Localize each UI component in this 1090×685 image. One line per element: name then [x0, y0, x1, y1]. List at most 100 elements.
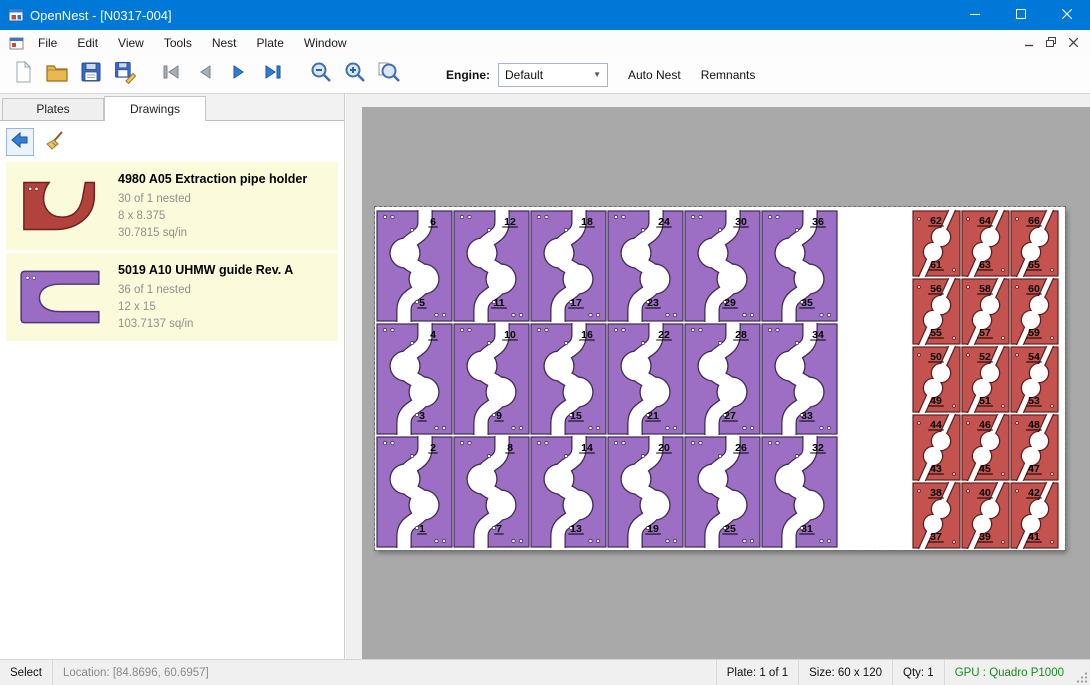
menu-item-file[interactable]: File — [28, 31, 67, 55]
tab-plates[interactable]: Plates — [2, 98, 104, 120]
menu-item-view[interactable]: View — [108, 31, 154, 55]
new-button[interactable] — [8, 60, 38, 90]
part-size: 8 x 8.375 — [118, 208, 307, 225]
svg-text:18: 18 — [581, 216, 593, 228]
resize-grip[interactable] — [1074, 660, 1090, 685]
menu-item-plate[interactable]: Plate — [247, 31, 294, 55]
nest-canvas[interactable]: 65 1211 1817 2423 — [362, 107, 1090, 660]
engine-select[interactable]: Default ▼ — [498, 63, 608, 87]
svg-text:62: 62 — [930, 215, 942, 227]
nested-part-pair-red-48-47[interactable]: 4847 — [1010, 414, 1059, 481]
svg-text:50: 50 — [930, 351, 942, 363]
nested-part-pair-purple-34-33[interactable]: 3433 — [761, 323, 838, 435]
nested-part-pair-purple-32-31[interactable]: 3231 — [761, 436, 838, 548]
menu-item-nest[interactable]: Nest — [202, 31, 247, 55]
nested-part-pair-red-52-51[interactable]: 5251 — [961, 346, 1010, 413]
nested-part-pair-red-46-45[interactable]: 4645 — [961, 414, 1010, 481]
open-button[interactable] — [42, 60, 72, 90]
svg-text:38: 38 — [930, 487, 942, 499]
red-grid: 62 61 64 63 6665 5655 — [912, 210, 1059, 549]
part-list-item[interactable]: 4980 A05 Extraction pipe holder 30 of 1 … — [6, 162, 338, 250]
zoom-out-button[interactable] — [306, 60, 336, 90]
nested-part-pair-purple-12-11[interactable]: 1211 — [453, 210, 530, 322]
nested-part-pair-purple-28-27[interactable]: 2827 — [684, 323, 761, 435]
nest-canvas-frame: 65 1211 1817 2423 — [346, 94, 1090, 660]
svg-text:64: 64 — [979, 215, 991, 227]
nested-part-pair-red-50-49[interactable]: 5049 — [912, 346, 961, 413]
nested-part-pair-purple-6-5[interactable]: 65 — [376, 210, 453, 322]
svg-text:14: 14 — [581, 442, 593, 454]
save-as-button[interactable] — [110, 60, 140, 90]
purple-grid: 65 1211 1817 2423 — [376, 210, 838, 548]
open-folder-icon — [45, 60, 69, 89]
nested-part-pair-red-58-57[interactable]: 5857 — [961, 278, 1010, 345]
menu-items: FileEditViewToolsNestPlateWindow — [28, 31, 357, 55]
svg-text:46: 46 — [979, 419, 991, 431]
nested-part-pair-red-54-53[interactable]: 5453 — [1010, 346, 1059, 413]
chevron-down-icon: ▼ — [593, 70, 601, 79]
zoom-in-icon — [343, 60, 367, 89]
nested-part-pair-purple-18-17[interactable]: 1817 — [530, 210, 607, 322]
plate[interactable]: 65 1211 1817 2423 — [375, 207, 1065, 550]
menu-item-window[interactable]: Window — [294, 31, 357, 55]
menu-item-tools[interactable]: Tools — [154, 31, 202, 55]
svg-text:41: 41 — [1028, 531, 1040, 543]
nested-part-pair-red-40-39[interactable]: 4039 — [961, 482, 1010, 549]
nested-part-pair-purple-20-19[interactable]: 2019 — [607, 436, 684, 548]
zoom-fit-button[interactable] — [374, 60, 404, 90]
nested-part-pair-red-44-43[interactable]: 4443 — [912, 414, 961, 481]
mdi-minimize-button[interactable] — [1018, 33, 1040, 53]
tab-drawings[interactable]: Drawings — [104, 96, 206, 121]
maximize-button[interactable] — [998, 0, 1044, 30]
close-button[interactable] — [1044, 0, 1090, 30]
nested-part-pair-red-38-37[interactable]: 3837 — [912, 482, 961, 549]
nested-part-pair-red-60-59[interactable]: 6059 — [1010, 278, 1059, 345]
nested-part-pair-purple-26-25[interactable]: 2625 — [684, 436, 761, 548]
nested-part-pair-purple-2-1[interactable]: 21 — [376, 436, 453, 548]
minimize-button[interactable] — [952, 0, 998, 30]
nested-part-pair-red-42-41[interactable]: 4241 — [1010, 482, 1059, 549]
nested-part-pair-purple-10-9[interactable]: 109 — [453, 323, 530, 435]
svg-text:66: 66 — [1028, 215, 1040, 227]
svg-text:29: 29 — [724, 297, 736, 309]
nested-part-pair-purple-36-35[interactable]: 3635 — [761, 210, 838, 322]
nested-part-pair-purple-22-21[interactable]: 2221 — [607, 323, 684, 435]
svg-text:63: 63 — [979, 259, 991, 271]
svg-text:44: 44 — [930, 419, 942, 431]
svg-text:5: 5 — [419, 297, 425, 309]
next-plate-button[interactable] — [224, 60, 254, 90]
nested-part-pair-red-64-63[interactable]: 64 63 — [961, 210, 1010, 277]
nested-part-pair-red-66-65[interactable]: 6665 — [1010, 210, 1059, 277]
last-plate-button[interactable] — [258, 60, 288, 90]
clean-button[interactable] — [41, 128, 69, 156]
menu-item-edit[interactable]: Edit — [67, 31, 108, 55]
nested-part-pair-red-62-61[interactable]: 62 61 — [912, 210, 961, 277]
first-plate-button[interactable] — [156, 60, 186, 90]
import-drawing-button[interactable] — [6, 128, 34, 156]
previous-plate-button[interactable] — [190, 60, 220, 90]
svg-text:30: 30 — [735, 216, 747, 228]
save-as-icon — [113, 60, 137, 89]
part-list-item[interactable]: 5019 A10 UHMW guide Rev. A 36 of 1 neste… — [6, 253, 338, 341]
nested-part-pair-purple-14-13[interactable]: 1413 — [530, 436, 607, 548]
svg-text:58: 58 — [979, 283, 991, 295]
broom-icon — [44, 129, 66, 156]
nested-part-pair-purple-24-23[interactable]: 2423 — [607, 210, 684, 322]
remnants-button[interactable]: Remnants — [691, 62, 766, 88]
mdi-restore-button[interactable] — [1040, 33, 1062, 53]
save-button[interactable] — [76, 60, 106, 90]
status-bar: Select Location: [84.8696, 60.6957] Plat… — [0, 659, 1090, 685]
zoom-in-button[interactable] — [340, 60, 370, 90]
nested-part-pair-red-56-55[interactable]: 5655 — [912, 278, 961, 345]
svg-text:19: 19 — [647, 523, 659, 535]
svg-text:61: 61 — [930, 259, 942, 271]
auto-nest-button[interactable]: Auto Nest — [618, 62, 691, 88]
svg-text:2: 2 — [430, 442, 436, 454]
nested-part-pair-purple-4-3[interactable]: 43 — [376, 323, 453, 435]
nested-part-pair-purple-16-15[interactable]: 1615 — [530, 323, 607, 435]
main-toolbar: Engine: Default ▼ Auto Nest Remnants — [0, 56, 1090, 94]
nested-part-pair-purple-8-7[interactable]: 87 — [453, 436, 530, 548]
svg-text:9: 9 — [496, 410, 502, 422]
mdi-close-button[interactable] — [1062, 33, 1084, 53]
nested-part-pair-purple-30-29[interactable]: 30 29 — [684, 210, 761, 322]
